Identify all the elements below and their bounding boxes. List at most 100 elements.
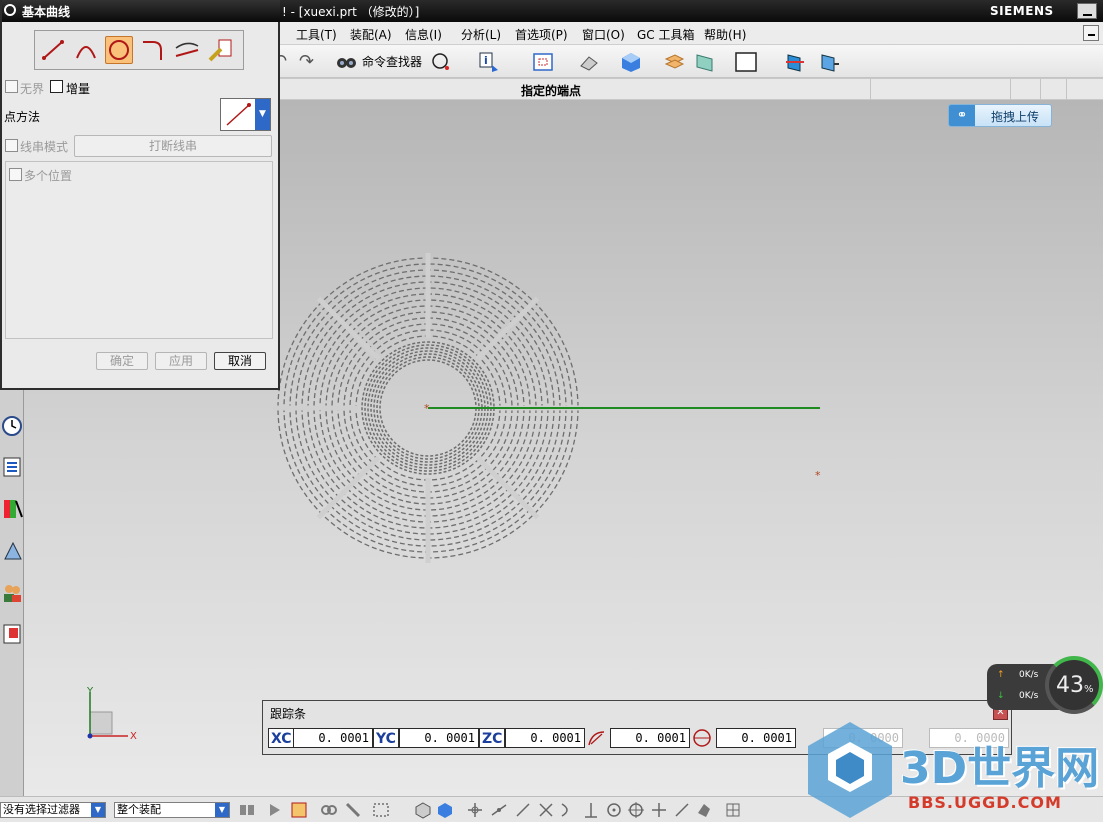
multiple-positions-label: 多个位置 <box>24 169 73 183</box>
select-solid-icon[interactable] <box>414 801 432 819</box>
snap-point-on-curve-icon[interactable] <box>673 801 691 819</box>
zc-field[interactable]: 0. 0001 <box>505 728 585 748</box>
minimize-button[interactable] <box>1077 3 1097 19</box>
select-features-icon[interactable] <box>266 801 284 819</box>
snap-intersection-icon[interactable] <box>537 801 555 819</box>
triad-y-label: Y <box>87 686 94 697</box>
snap-target-icon[interactable] <box>627 801 645 819</box>
apply-button[interactable]: 应用 <box>155 352 207 370</box>
cue-line-text: 指定的端点 <box>521 84 582 98</box>
chain-icon[interactable] <box>320 801 338 819</box>
snap-point-icon[interactable] <box>290 801 308 819</box>
snap-arc-center-icon[interactable] <box>558 801 576 819</box>
roles-users-icon[interactable] <box>1 581 23 605</box>
snap-circle-icon[interactable] <box>605 801 623 819</box>
fit-view-icon[interactable] <box>532 51 554 73</box>
menu-tools[interactable]: 工具(T) <box>296 26 337 43</box>
shaded-cube-icon[interactable] <box>620 51 642 73</box>
yc-field[interactable]: 0. 0001 <box>399 728 479 748</box>
curve-rule-icon[interactable] <box>344 801 362 819</box>
redo-icon[interactable]: ↷ <box>299 51 321 73</box>
diameter-field[interactable]: 0. 0001 <box>716 728 796 748</box>
binoculars-icon[interactable] <box>335 51 357 73</box>
xc-field[interactable]: 0. 0001 <box>293 728 373 748</box>
gear-icon[interactable] <box>4 4 16 16</box>
snap-end-point-icon[interactable] <box>466 801 484 819</box>
menu-analysis[interactable]: 分析(L) <box>461 26 501 43</box>
snap-mid-point-icon[interactable] <box>490 801 508 819</box>
triad-x-label: X <box>130 731 137 742</box>
command-finder-label[interactable]: 命令查找器 <box>362 53 422 70</box>
menu-minimize-button[interactable] <box>1083 25 1099 41</box>
part-navigator-icon[interactable] <box>1 455 23 479</box>
point-snap-icon[interactable] <box>430 51 452 73</box>
section-view-icon[interactable] <box>818 51 840 73</box>
select-body-icon[interactable] <box>436 801 454 819</box>
tools-icon[interactable] <box>1 539 23 563</box>
clip-section-icon[interactable] <box>784 51 806 73</box>
upload-arrow-icon: ↑ <box>997 670 1005 680</box>
break-string-button[interactable]: 打断线串 <box>74 135 272 157</box>
rectangle-select-icon[interactable] <box>372 801 390 819</box>
circle-icon[interactable] <box>105 36 133 64</box>
network-speed-widget: ↑ 0K/s ↓ 0K/s 43% <box>987 656 1103 716</box>
menu-gc-toolbox[interactable]: GC 工具箱 <box>637 26 695 43</box>
multiple-positions-group: 多个位置 <box>5 161 273 339</box>
snap-control-point-icon[interactable] <box>514 801 532 819</box>
snap-existing-point-icon[interactable] <box>650 801 668 819</box>
tracking-bar-title: 跟踪条 <box>270 707 307 721</box>
increment-checkbox[interactable] <box>50 80 63 93</box>
menu-info[interactable]: 信息(I) <box>405 26 442 43</box>
fillet-icon[interactable] <box>139 36 167 64</box>
drag-upload-button[interactable]: ⚭ 拖拽上传 <box>948 104 1052 127</box>
info-icon[interactable]: i <box>478 51 500 73</box>
zc-label: ZC <box>479 728 506 748</box>
increment-label: 增量 <box>66 82 91 96</box>
trim-icon[interactable] <box>173 36 201 64</box>
dialog-title: 基本曲线 <box>22 5 71 19</box>
selection-scope-dropdown[interactable]: 整个装配 ▼ <box>114 802 230 818</box>
menu-assembly[interactable]: 装配(A) <box>350 26 392 43</box>
point-method-dropdown[interactable]: ▼ <box>220 98 271 131</box>
upload-speed: 0K/s <box>1019 670 1039 680</box>
memory-percent: 43% <box>1056 673 1094 698</box>
watermark: 3D世界网 BBS.UGGD.COM <box>800 718 1103 822</box>
unbounded-checkbox[interactable] <box>5 80 18 93</box>
snap-quadrant-icon[interactable] <box>582 801 600 819</box>
chevron-down-icon: ▼ <box>215 803 229 817</box>
basic-curves-dialog: 基本曲线 无界 增量 点方法 ▼ 线串模式 打断线串 多个位置 确定 应用 取消 <box>0 0 280 390</box>
snap-point-on-face-icon[interactable] <box>695 801 713 819</box>
system-material-icon[interactable] <box>1 622 23 646</box>
string-mode-checkbox[interactable] <box>5 139 18 152</box>
resource-bar <box>0 390 24 796</box>
menu-help[interactable]: 帮助(H) <box>704 26 746 43</box>
type-filter-dropdown[interactable]: 没有选择过滤器 ▼ <box>0 802 106 818</box>
menu-preferences[interactable]: 首选项(P) <box>515 26 568 43</box>
point-method-label: 点方法 <box>4 110 41 124</box>
arc-icon[interactable] <box>72 36 100 64</box>
menu-window[interactable]: 窗口(O) <box>582 26 625 43</box>
download-arrow-icon: ↓ <box>997 691 1005 701</box>
curve-type-toolbar <box>34 30 244 70</box>
radius-field[interactable]: 0. 0001 <box>610 728 690 748</box>
diameter-icon <box>691 728 713 748</box>
history-clock-icon[interactable] <box>1 414 23 438</box>
background-icon[interactable] <box>735 51 757 73</box>
layer-icon[interactable] <box>663 51 685 73</box>
ok-button[interactable]: 确定 <box>96 352 148 370</box>
view-orient-icon[interactable] <box>694 51 716 73</box>
watermark-cube-icon <box>808 722 892 818</box>
filter-settings-icon[interactable] <box>238 801 256 819</box>
snap-grid-icon[interactable] <box>724 801 742 819</box>
render-style-icon[interactable] <box>578 51 600 73</box>
download-speed: 0K/s <box>1019 691 1039 701</box>
multiple-positions-checkbox[interactable] <box>9 168 22 181</box>
cloud-upload-icon: ⚭ <box>949 105 975 126</box>
cancel-button[interactable]: 取消 <box>214 352 266 370</box>
edit-curve-icon[interactable] <box>207 36 235 64</box>
xc-label: XC <box>268 728 295 748</box>
svg-text:i: i <box>484 54 488 67</box>
yc-label: YC <box>373 728 399 748</box>
palette-icon[interactable] <box>1 497 23 521</box>
line-icon[interactable] <box>39 36 67 64</box>
